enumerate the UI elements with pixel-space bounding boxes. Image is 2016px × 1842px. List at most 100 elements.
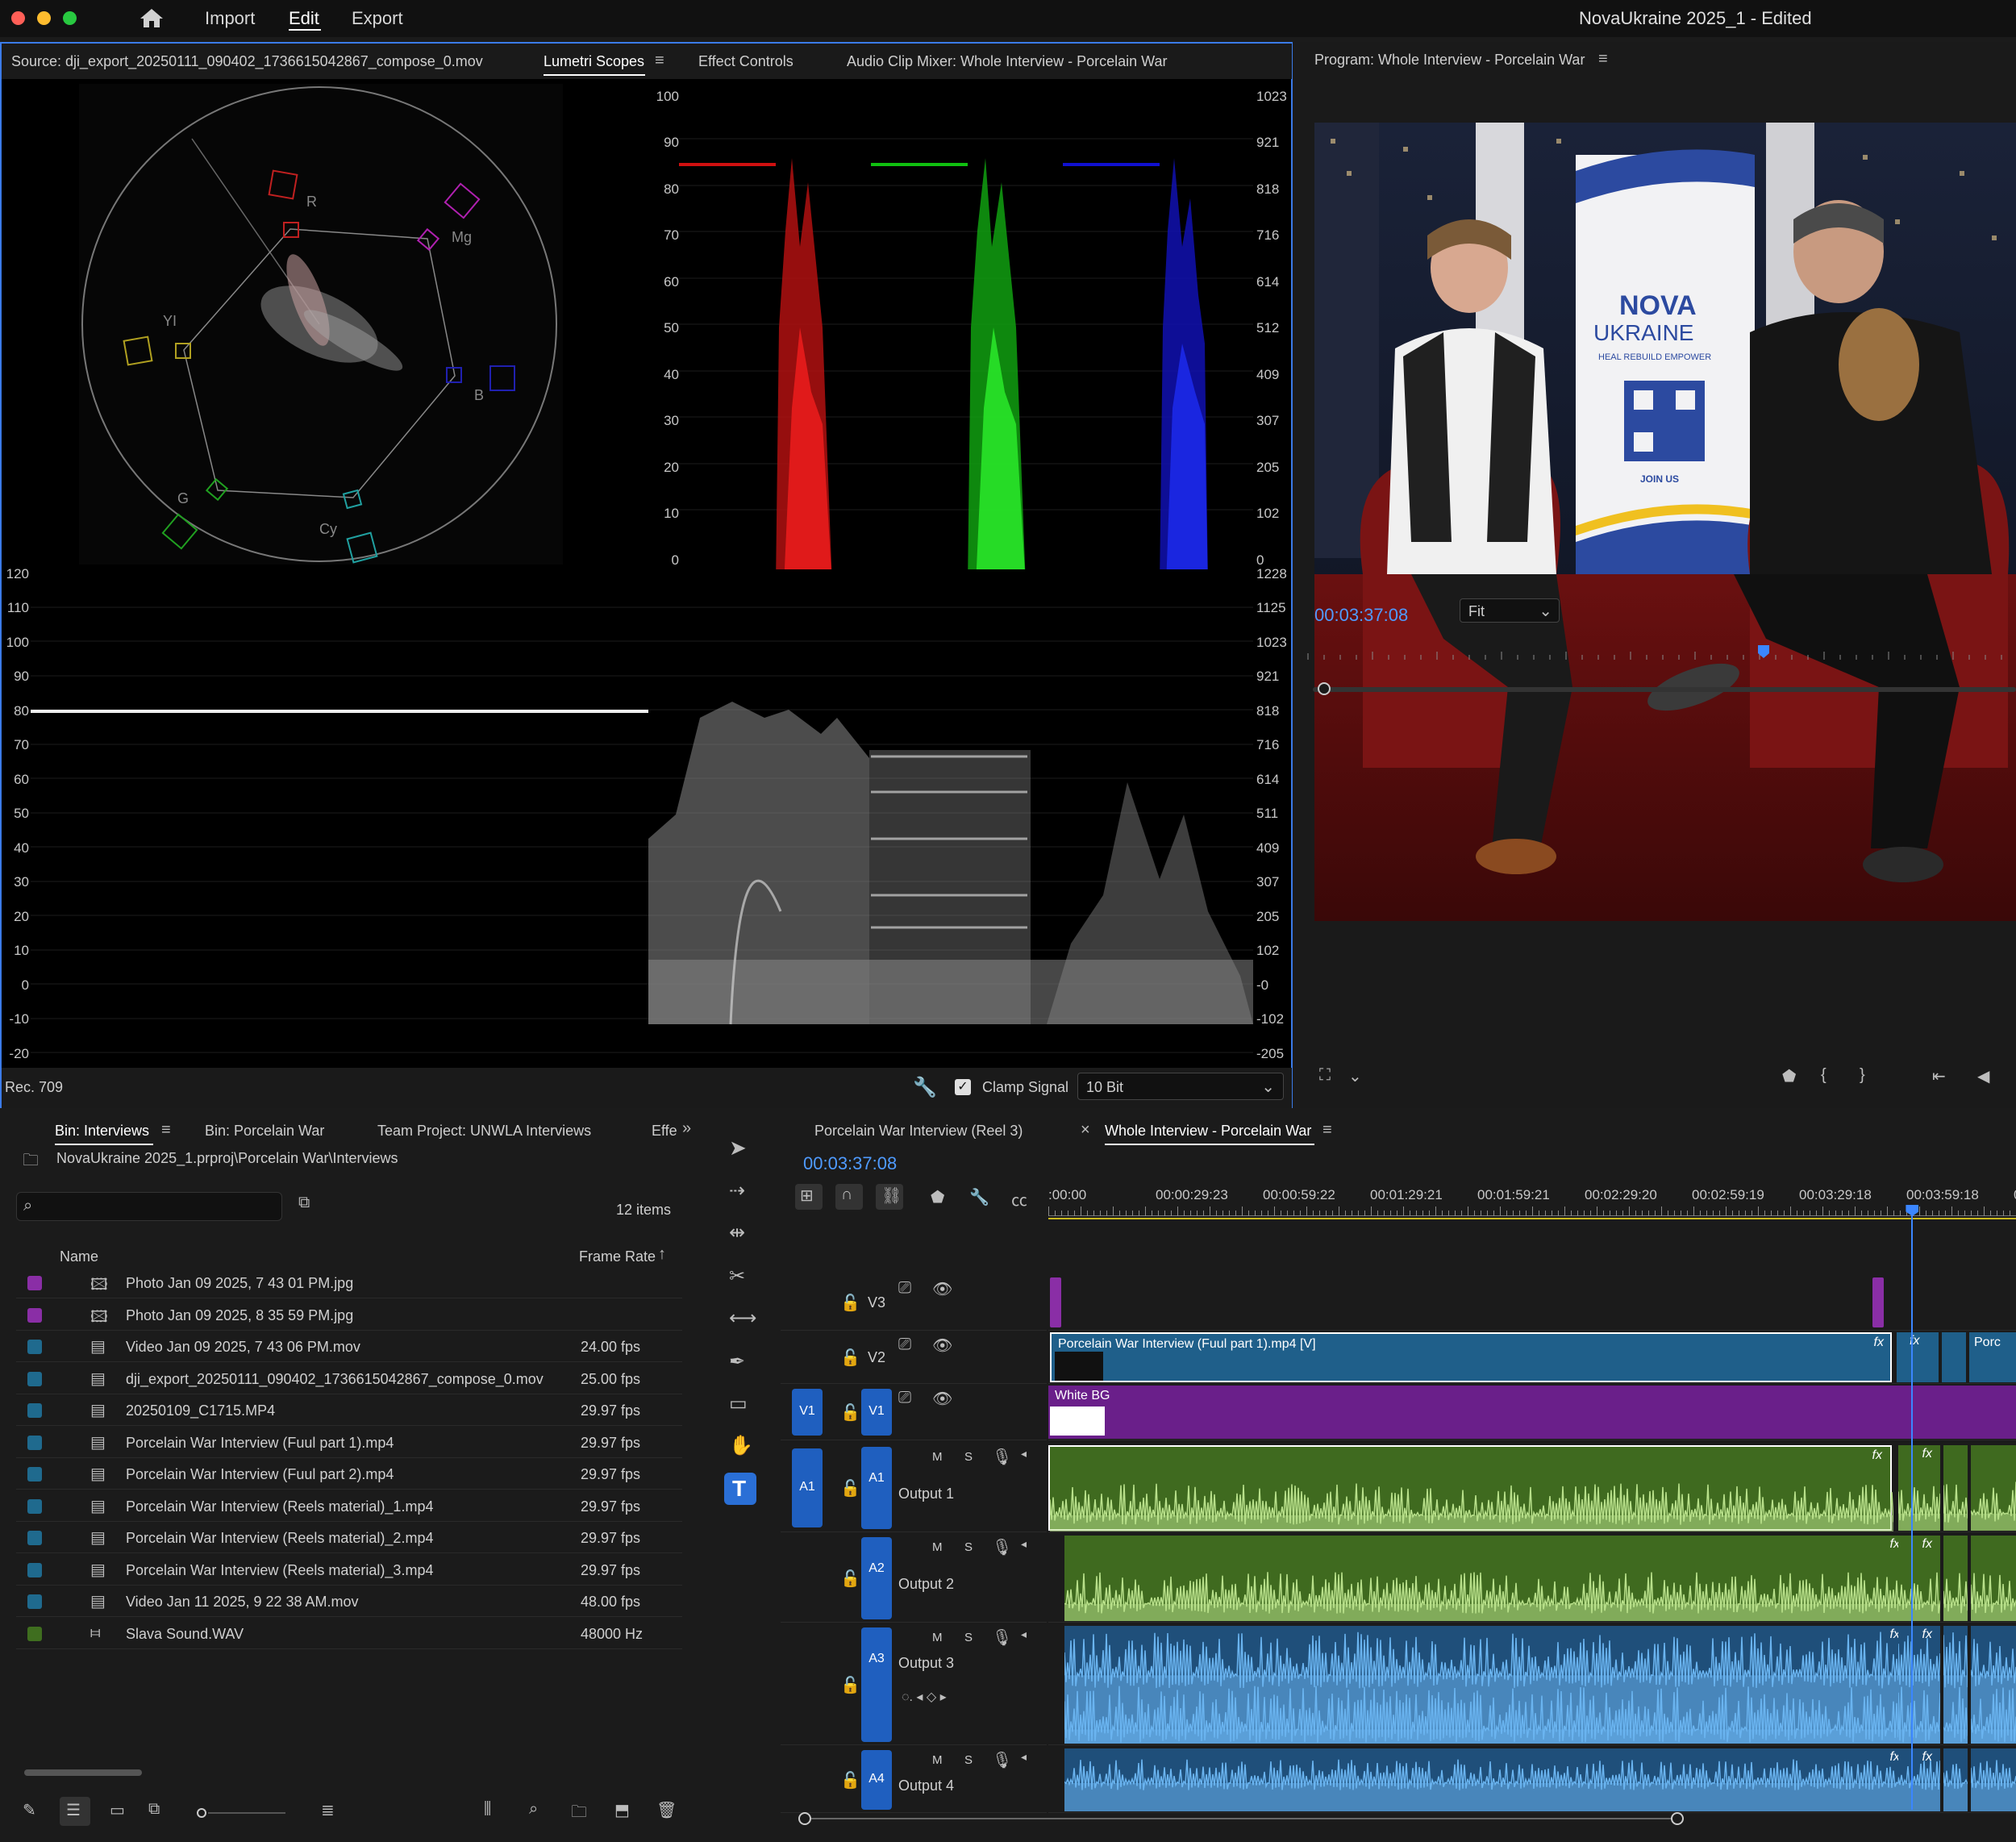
tab-effects[interactable]: Effe bbox=[652, 1123, 677, 1140]
add-marker-icon[interactable]: ⬟ bbox=[931, 1187, 944, 1207]
program-title[interactable]: Program: Whole Interview - Porcelain War bbox=[1314, 52, 1585, 69]
microphone-icon[interactable]: 🎙 bbox=[992, 1537, 1012, 1557]
graphic-clip[interactable]: White BG bbox=[1048, 1386, 2016, 1439]
audio-clip[interactable] bbox=[1943, 1748, 1968, 1811]
audio-clip[interactable]: fx bbox=[1048, 1445, 1893, 1532]
new-item-icon[interactable]: ⬒ bbox=[614, 1800, 630, 1820]
source-patch-button[interactable]: V1 bbox=[792, 1389, 823, 1436]
automate-to-sequence-icon[interactable]: ⫼ bbox=[484, 1800, 491, 1819]
snap-button[interactable]: ∩ bbox=[835, 1184, 863, 1210]
scrollbar-thumb[interactable] bbox=[24, 1769, 142, 1776]
audio-clip[interactable]: fx bbox=[1898, 1536, 1940, 1621]
track-lane[interactable]: fx fx bbox=[1048, 1747, 2016, 1813]
mark-in-icon[interactable]: { bbox=[1821, 1066, 1826, 1085]
mark-out-icon[interactable]: } bbox=[1860, 1066, 1865, 1085]
tab-effect-controls[interactable]: Effect Controls bbox=[698, 53, 793, 70]
program-zoom-scrollbar[interactable] bbox=[1313, 687, 2016, 692]
mute-button[interactable]: M bbox=[932, 1450, 943, 1464]
track-target-button[interactable]: A1 bbox=[861, 1447, 892, 1529]
panel-menu-icon[interactable]: ≡ bbox=[1322, 1121, 1332, 1140]
home-icon[interactable] bbox=[139, 6, 165, 29]
work-area-bar[interactable] bbox=[1048, 1218, 2016, 1219]
scrollbar-handle[interactable] bbox=[1318, 682, 1331, 695]
bin-item-row[interactable]: ▤ Video Jan 11 2025, 9 22 38 AM.mov 48.00 … bbox=[16, 1586, 682, 1617]
writable-pencil-icon[interactable]: ✎ bbox=[23, 1800, 36, 1820]
bin-item-row[interactable]: ▤ Porcelain War Interview (Reels material… bbox=[16, 1555, 682, 1586]
ripple-edit-tool-icon[interactable]: ⇹ bbox=[729, 1221, 745, 1244]
clamp-signal-checkbox[interactable]: ✓ bbox=[955, 1079, 971, 1095]
eye-icon[interactable]: 👁 bbox=[932, 1336, 952, 1356]
solo-button[interactable]: S bbox=[964, 1540, 973, 1554]
eye-icon[interactable]: 👁 bbox=[932, 1389, 952, 1409]
scroll-start-handle[interactable] bbox=[798, 1812, 811, 1825]
source-patch-button[interactable]: A1 bbox=[792, 1448, 823, 1527]
lock-icon[interactable]: 🔓 bbox=[840, 1478, 860, 1498]
label-color-swatch[interactable] bbox=[27, 1626, 42, 1641]
video-clip[interactable] bbox=[1942, 1332, 1966, 1382]
label-color-swatch[interactable] bbox=[27, 1276, 42, 1290]
panel-menu-icon[interactable]: ≡ bbox=[161, 1121, 171, 1140]
collapse-track-icon[interactable]: ◂ bbox=[1021, 1627, 1027, 1641]
toggle-sync-lock-icon[interactable]: ⎚ bbox=[898, 1389, 911, 1407]
go-to-in-icon[interactable]: ⇤ bbox=[1932, 1066, 1946, 1086]
track-target-button[interactable]: A3 bbox=[861, 1627, 892, 1742]
label-color-swatch[interactable] bbox=[27, 1467, 42, 1482]
audio-clip[interactable] bbox=[1943, 1536, 1968, 1621]
bin-horizontal-scrollbar[interactable] bbox=[16, 1768, 682, 1777]
linked-selection-button[interactable]: ⛓ bbox=[876, 1184, 903, 1210]
bin-item-row[interactable]: 🖾 Photo Jan 09 2025, 7 43 01 PM.jpg bbox=[16, 1268, 682, 1298]
nest-sequence-button[interactable]: ⊞ bbox=[795, 1184, 823, 1210]
step-back-icon[interactable]: ◀︎ bbox=[1977, 1066, 1989, 1086]
column-name[interactable]: Name bbox=[60, 1248, 98, 1265]
panel-menu-icon[interactable]: ≡ bbox=[655, 52, 664, 70]
label-color-swatch[interactable] bbox=[27, 1562, 42, 1577]
lock-icon[interactable]: 🔓 bbox=[840, 1770, 860, 1790]
label-color-swatch[interactable] bbox=[27, 1340, 42, 1354]
bin-search-input[interactable] bbox=[49, 1196, 275, 1217]
collapse-track-icon[interactable]: ◂ bbox=[1021, 1537, 1027, 1551]
label-color-swatch[interactable] bbox=[27, 1531, 42, 1545]
captions-icon[interactable]: ㏄ bbox=[1011, 1187, 1027, 1211]
audio-clip[interactable] bbox=[1943, 1626, 1968, 1744]
razor-tool-icon[interactable]: ✂ bbox=[729, 1265, 745, 1288]
tab-bin-interviews[interactable]: Bin: Interviews bbox=[55, 1123, 149, 1140]
label-color-swatch[interactable] bbox=[27, 1403, 42, 1418]
label-color-swatch[interactable] bbox=[27, 1435, 42, 1450]
menu-edit[interactable]: Edit bbox=[289, 8, 319, 29]
wrench-icon[interactable]: 🔧 bbox=[913, 1076, 937, 1099]
bin-item-row[interactable]: 🖾 Photo Jan 09 2025, 8 35 59 PM.jpg bbox=[16, 1300, 682, 1331]
close-window-button[interactable] bbox=[11, 11, 25, 25]
mute-button[interactable]: M bbox=[932, 1753, 943, 1767]
audio-clip[interactable]: fx bbox=[1898, 1445, 1940, 1531]
menu-import[interactable]: Import bbox=[205, 8, 255, 29]
keyframe-controls-icon[interactable]: ◌. ◂ ◇ ▸ bbox=[902, 1689, 947, 1705]
label-color-swatch[interactable] bbox=[27, 1498, 42, 1514]
track-lane[interactable]: fx fx bbox=[1048, 1444, 2016, 1532]
bin-item-row[interactable]: ▤ Porcelain War Interview (Reels material… bbox=[16, 1523, 682, 1553]
tab-team-project[interactable]: Team Project: UNWLA Interviews bbox=[377, 1123, 591, 1140]
track-lane[interactable] bbox=[1048, 1274, 2016, 1331]
microphone-icon[interactable]: 🎙 bbox=[992, 1750, 1012, 1770]
fx-badge[interactable]: fx bbox=[1872, 1448, 1882, 1463]
bin-item-row[interactable]: ▤ Porcelain War Interview (Fuul part 2).m… bbox=[16, 1459, 682, 1490]
more-tabs-icon[interactable]: » bbox=[682, 1119, 691, 1138]
microphone-icon[interactable]: 🎙 bbox=[992, 1627, 1012, 1648]
bin-item-row[interactable]: ▤ Porcelain War Interview (Fuul part 1).m… bbox=[16, 1427, 682, 1458]
lock-icon[interactable]: 🔓 bbox=[840, 1569, 860, 1589]
list-view-button[interactable]: ☰ bbox=[60, 1797, 90, 1826]
track-lane[interactable]: Porcelain War Interview (Fuul part 1).mp… bbox=[1048, 1331, 2016, 1384]
tab-whole-interview-sequence[interactable]: Whole Interview - Porcelain War bbox=[1105, 1123, 1311, 1140]
column-frame-rate[interactable]: Frame Rate bbox=[579, 1248, 656, 1265]
slip-tool-icon[interactable]: ⟷ bbox=[729, 1306, 756, 1330]
filter-bin-icon[interactable]: ⧉ bbox=[298, 1194, 310, 1212]
timeline-timecode[interactable]: 00:03:37:08 bbox=[803, 1153, 897, 1174]
label-color-swatch[interactable] bbox=[27, 1594, 42, 1609]
tab-audio-clip-mixer[interactable]: Audio Clip Mixer: Whole Interview - Porc… bbox=[847, 53, 1167, 70]
lock-icon[interactable]: 🔓 bbox=[840, 1348, 860, 1368]
close-tab-icon[interactable]: × bbox=[1081, 1121, 1090, 1140]
mute-button[interactable]: M bbox=[932, 1631, 943, 1644]
toggle-sync-lock-icon[interactable]: ⎚ bbox=[898, 1279, 911, 1298]
lock-icon[interactable]: 🔓 bbox=[840, 1675, 860, 1695]
bin-item-row[interactable]: ▤ Video Jan 09 2025, 7 43 06 PM.mov 24.00 … bbox=[16, 1331, 682, 1362]
pen-tool-icon[interactable]: ✒ bbox=[729, 1350, 745, 1373]
